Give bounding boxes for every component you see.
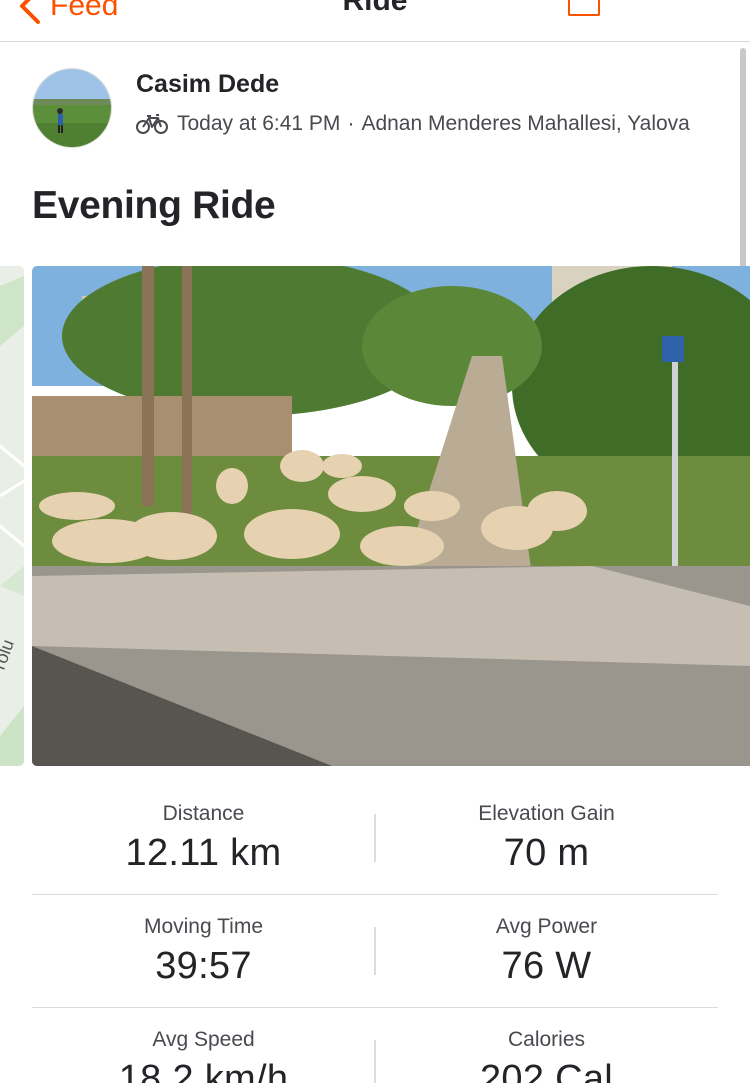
stat-value: 39:57: [155, 945, 252, 987]
stat-divider: [374, 927, 376, 975]
stat-elevation-gain: Elevation Gain 70 m: [375, 782, 718, 894]
nav-title: Ride: [342, 0, 408, 17]
stat-avg-speed: Avg Speed 18.2 km/h: [32, 1008, 375, 1083]
stat-label: Distance: [162, 802, 245, 825]
stat-label: Avg Speed: [152, 1028, 255, 1051]
activity-photo[interactable]: [32, 266, 750, 766]
stats-row: Avg Speed 18.2 km/h Calories 202 Cal: [32, 1008, 718, 1083]
stats-row: Distance 12.11 km Elevation Gain 70 m: [32, 782, 718, 895]
stat-value: 12.11 km: [125, 832, 282, 874]
stat-distance: Distance 12.11 km: [32, 782, 375, 894]
stat-label: Avg Power: [495, 915, 598, 938]
stat-divider: [374, 1040, 376, 1083]
stat-avg-power: Avg Power 76 W: [375, 895, 718, 1007]
stat-value: 70 m: [503, 832, 590, 874]
avatar[interactable]: [32, 68, 112, 148]
stat-label: Calories: [507, 1028, 586, 1051]
bike-icon: [136, 114, 168, 134]
activity-meta: Today at 6:41 PM · Adnan Menderes Mahall…: [136, 112, 690, 136]
stat-divider: [374, 814, 376, 862]
stat-calories: Calories 202 Cal: [375, 1008, 718, 1083]
stats-row: Moving Time 39:57 Avg Power 76 W: [32, 895, 718, 1008]
stat-value: 18.2 km/h: [118, 1058, 289, 1083]
activity-title: Evening Ride: [32, 184, 276, 227]
stat-value: 76 W: [501, 945, 592, 987]
meta-separator: ·: [347, 112, 355, 135]
stat-value: 202 Cal: [479, 1058, 614, 1083]
athlete-name[interactable]: Casim Dede: [136, 70, 279, 99]
stat-label: Elevation Gain: [478, 802, 615, 825]
activity-location: Adnan Menderes Mahallesi, Yalova: [361, 112, 690, 135]
stat-moving-time: Moving Time 39:57: [32, 895, 375, 1007]
stats-grid: Distance 12.11 km Elevation Gain 70 m Mo…: [32, 782, 718, 1083]
share-icon[interactable]: [568, 0, 600, 16]
route-map-thumbnail[interactable]: Yolu: [0, 266, 24, 766]
scrollbar[interactable]: [740, 48, 746, 270]
nav-bar: Feed Ride: [0, 0, 750, 42]
stat-label: Moving Time: [143, 915, 264, 938]
activity-time: Today at 6:41 PM: [177, 112, 341, 135]
